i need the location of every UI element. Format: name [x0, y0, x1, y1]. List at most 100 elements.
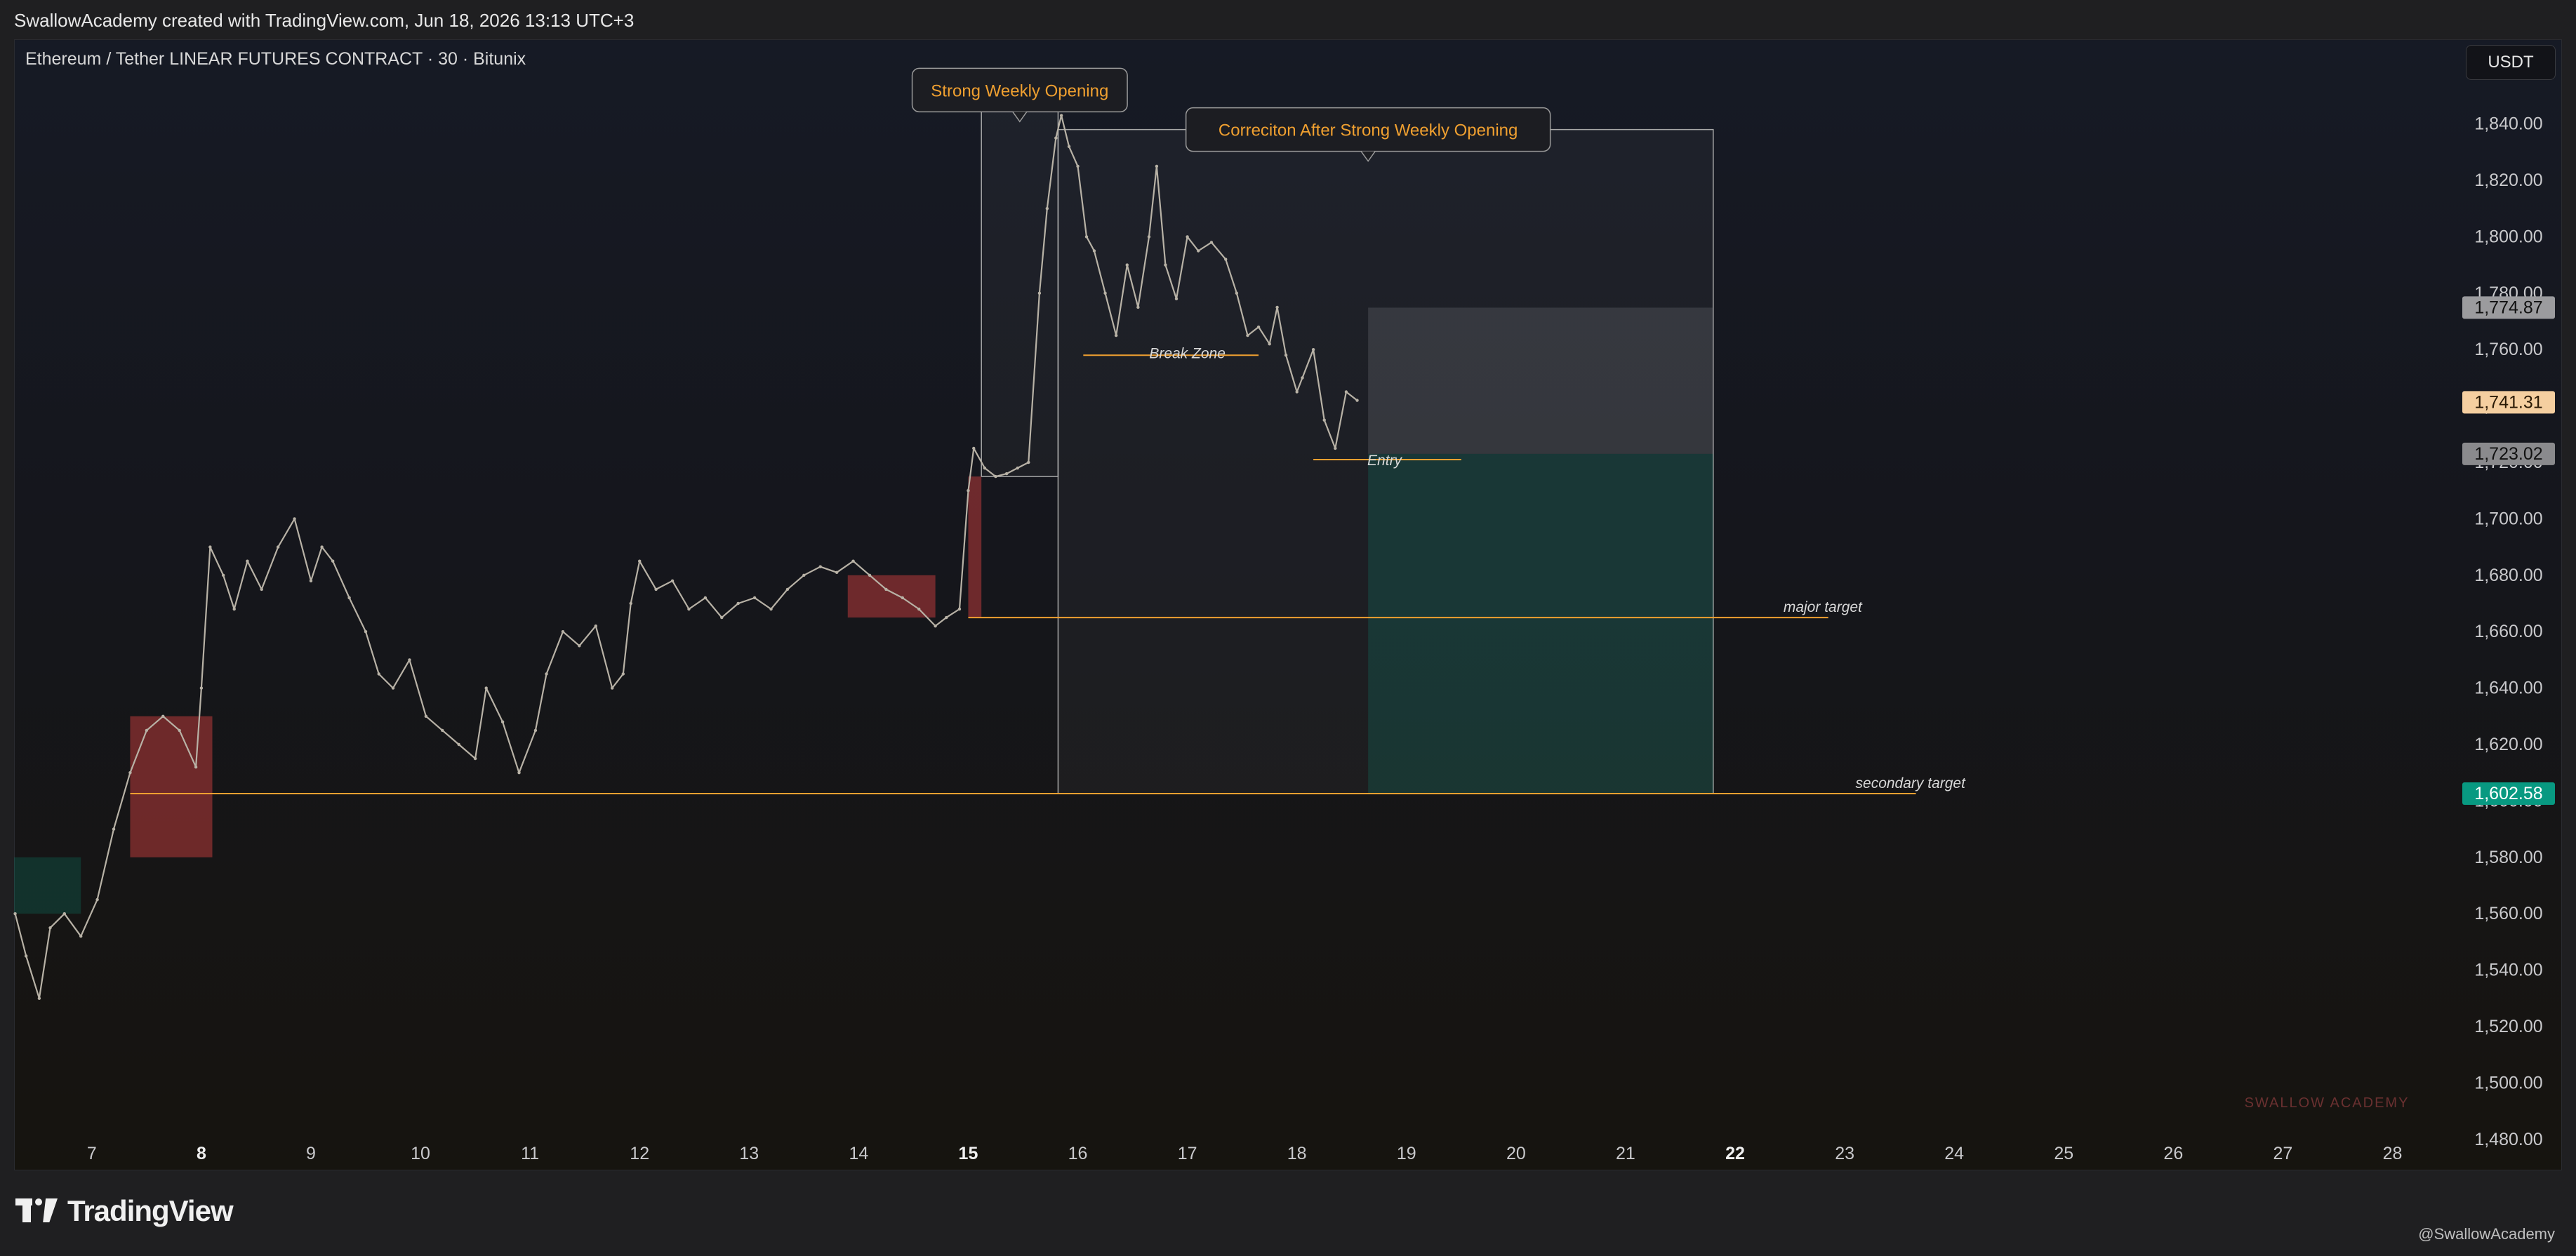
callout-label: Correciton After Strong Weekly Opening — [1219, 121, 1518, 140]
reward-zone — [1368, 453, 1713, 794]
price-point — [1235, 291, 1239, 295]
price-point — [703, 596, 708, 600]
y-tick-label: 1,840.00 — [2474, 114, 2542, 134]
price-point — [441, 728, 444, 733]
y-tick-label: 1,640.00 — [2474, 679, 2542, 698]
x-tick-label: 17 — [1178, 1144, 1197, 1163]
y-tick-label: 1,480.00 — [2474, 1130, 2542, 1149]
level-label: major target — [1784, 599, 1863, 615]
x-tick-label: 7 — [87, 1144, 97, 1163]
price-point — [1004, 472, 1009, 476]
x-tick-label: 14 — [849, 1144, 868, 1163]
price-point — [957, 607, 962, 611]
price-point — [1295, 390, 1299, 394]
price-point — [934, 624, 937, 628]
price-point — [95, 897, 99, 902]
price-point — [1322, 418, 1326, 422]
price-point — [687, 607, 691, 611]
price-point — [594, 624, 597, 628]
author-credit: @SwallowAcademy — [2418, 1225, 2555, 1243]
y-tick-label: 1,560.00 — [2474, 904, 2542, 923]
price-point — [1344, 390, 1348, 394]
price-point — [1284, 354, 1288, 357]
price-point — [901, 596, 905, 600]
x-tick-label: 25 — [2054, 1144, 2073, 1163]
price-point — [1301, 376, 1304, 380]
price-point — [13, 911, 17, 916]
price-point — [851, 559, 855, 563]
x-tick-label: 24 — [1944, 1144, 1964, 1163]
x-tick-label: 23 — [1835, 1144, 1854, 1163]
x-tick-label: 20 — [1506, 1144, 1526, 1163]
price-label: 1,723.02 — [2474, 444, 2542, 464]
price-chart[interactable]: Strong Weekly Opening Correciton After St… — [0, 0, 2576, 1170]
price-point — [785, 587, 790, 592]
price-point — [331, 559, 335, 563]
price-point — [972, 446, 976, 450]
price-point — [1164, 263, 1167, 267]
price-point — [1136, 305, 1140, 309]
price-point — [161, 714, 165, 718]
level-label: Break Zone — [1149, 345, 1226, 361]
price-point — [320, 545, 324, 549]
price-point — [1256, 325, 1261, 329]
price-point — [194, 765, 198, 769]
y-tick-label: 1,760.00 — [2474, 340, 2542, 359]
price-point — [1275, 305, 1279, 309]
price-point — [561, 629, 565, 634]
price-label: 1,602.58 — [2474, 784, 2542, 803]
price-point — [500, 720, 505, 724]
symbol-title: Ethereum / Tether LINEAR FUTURES CONTRAC… — [25, 49, 526, 69]
y-tick-label: 1,540.00 — [2474, 961, 2542, 980]
x-tick-label: 9 — [306, 1144, 316, 1163]
y-tick-label: 1,520.00 — [2474, 1017, 2542, 1036]
price-point — [1084, 235, 1089, 239]
price-point — [1224, 258, 1228, 261]
price-point — [917, 607, 921, 611]
price-point — [293, 517, 296, 521]
price-point — [221, 573, 225, 577]
price-point — [37, 996, 41, 1000]
demand-zone-1 — [14, 857, 81, 914]
x-tick-label: 28 — [2383, 1144, 2403, 1163]
weekly-opening-box — [981, 100, 1059, 477]
price-point — [1186, 235, 1189, 239]
x-tick-label: 18 — [1287, 1144, 1307, 1163]
price-point — [638, 559, 642, 563]
price-point — [1334, 446, 1337, 450]
currency-button[interactable]: USDT — [2466, 45, 2556, 80]
x-tick-label: 16 — [1068, 1144, 1088, 1163]
price-point — [484, 686, 488, 690]
price-point — [457, 742, 460, 747]
tradingview-logo[interactable]: TradingView — [15, 1194, 234, 1228]
x-tick-label: 22 — [1725, 1144, 1745, 1163]
price-point — [232, 607, 236, 611]
x-tick-label: 21 — [1616, 1144, 1635, 1163]
level-label: Entry — [1367, 453, 1403, 469]
price-point — [1103, 291, 1107, 295]
callout-label: Strong Weekly Opening — [931, 81, 1108, 100]
supply-zone-1 — [130, 716, 213, 857]
price-point — [309, 579, 313, 583]
price-point — [818, 565, 822, 568]
price-point — [1246, 333, 1249, 338]
y-tick-label: 1,700.00 — [2474, 509, 2542, 528]
price-point — [128, 770, 132, 775]
price-point — [578, 644, 581, 648]
price-point — [967, 488, 970, 493]
risk-zone — [1368, 307, 1713, 454]
price-point — [629, 601, 632, 606]
price-point — [377, 672, 380, 676]
price-point — [408, 658, 411, 662]
price-point — [1197, 249, 1200, 253]
x-tick-label: 10 — [411, 1144, 430, 1163]
price-point — [884, 587, 888, 592]
y-tick-label: 1,820.00 — [2474, 171, 2542, 190]
price-point — [1311, 347, 1315, 352]
supply-zone-3 — [968, 476, 982, 618]
x-tick-label: 12 — [630, 1144, 649, 1163]
x-tick-label: 27 — [2273, 1144, 2293, 1163]
price-point — [276, 545, 280, 549]
price-point — [1016, 466, 1019, 470]
y-tick-label: 1,660.00 — [2474, 622, 2542, 641]
